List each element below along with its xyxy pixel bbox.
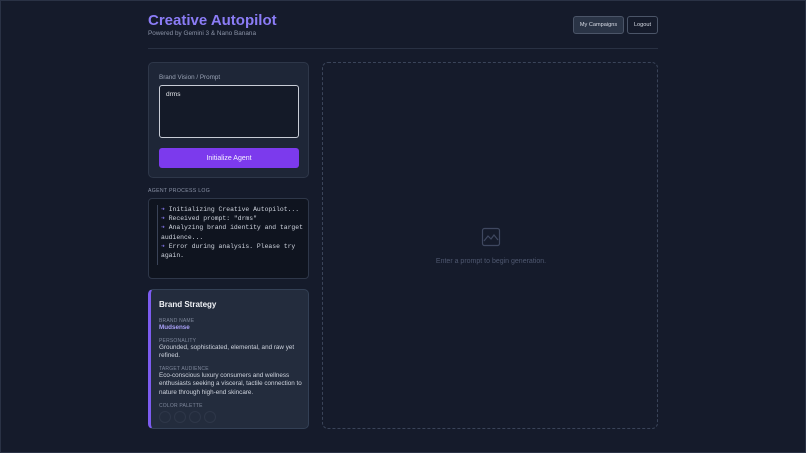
header-divider — [148, 48, 658, 49]
prompt-label: Brand Vision / Prompt — [159, 74, 221, 81]
prompt-input[interactable]: drms — [159, 85, 299, 138]
color-swatch — [204, 411, 216, 423]
my-campaigns-button[interactable]: My Campaigns — [573, 16, 624, 34]
brand-strategy-card: Brand Strategy BRAND NAME Mudsense PERSO… — [148, 289, 309, 429]
color-swatch — [189, 411, 201, 423]
log-line-text: Initializing Creative Autopilot... — [168, 206, 300, 213]
header: Creative Autopilot Powered by Gemini 3 &… — [148, 12, 658, 48]
arrow-right-icon: ➔ — [161, 215, 165, 223]
process-log-title: AGENT PROCESS LOG — [148, 188, 211, 194]
log-line-text: Received prompt: "drms" — [168, 215, 257, 223]
initialize-agent-button[interactable]: Initialize Agent — [159, 148, 299, 168]
log-lines: ➔ Initializing Creative Autopilot... ➔ R… — [157, 205, 304, 265]
log-line: ➔ Initializing Creative Autopilot... — [161, 205, 304, 214]
arrow-right-icon: ➔ — [161, 224, 165, 232]
log-line: ➔ Analyzing brand identity and target au… — [161, 223, 304, 241]
log-line: ➔ Received prompt: "drms" — [161, 214, 304, 223]
image-icon — [481, 227, 501, 247]
logout-button[interactable]: Logout — [627, 16, 658, 34]
process-log: ➔ Initializing Creative Autopilot... ➔ R… — [148, 198, 309, 279]
log-line-text: Analyzing brand identity and target audi… — [161, 224, 303, 241]
color-palette-label: COLOR PALETTE — [159, 403, 203, 409]
color-swatch — [159, 411, 171, 423]
color-palette — [159, 411, 216, 423]
preview-placeholder: Enter a prompt to begin generation. — [435, 258, 547, 265]
generation-preview: Enter a prompt to begin generation. — [322, 62, 658, 429]
log-line: ➔ Error during analysis. Please try agai… — [161, 242, 304, 260]
log-line-text: Error during analysis. Please try again. — [161, 242, 296, 260]
arrow-right-icon: ➔ — [161, 242, 165, 250]
app-subtitle: Powered by Gemini 3 & Nano Banana — [148, 30, 256, 37]
arrow-right-icon: ➔ — [161, 206, 165, 213]
color-swatch — [174, 411, 186, 423]
brand-name-value: Mudsense — [159, 324, 190, 331]
personality-value: Grounded, sophisticated, elemental, and … — [159, 344, 295, 360]
brand-strategy-title: Brand Strategy — [159, 300, 217, 309]
prompt-card: Brand Vision / Prompt drms Initialize Ag… — [148, 62, 309, 178]
target-audience-value: Eco-conscious luxury consumers and welln… — [159, 372, 302, 396]
app-title: Creative Autopilot — [148, 12, 277, 29]
